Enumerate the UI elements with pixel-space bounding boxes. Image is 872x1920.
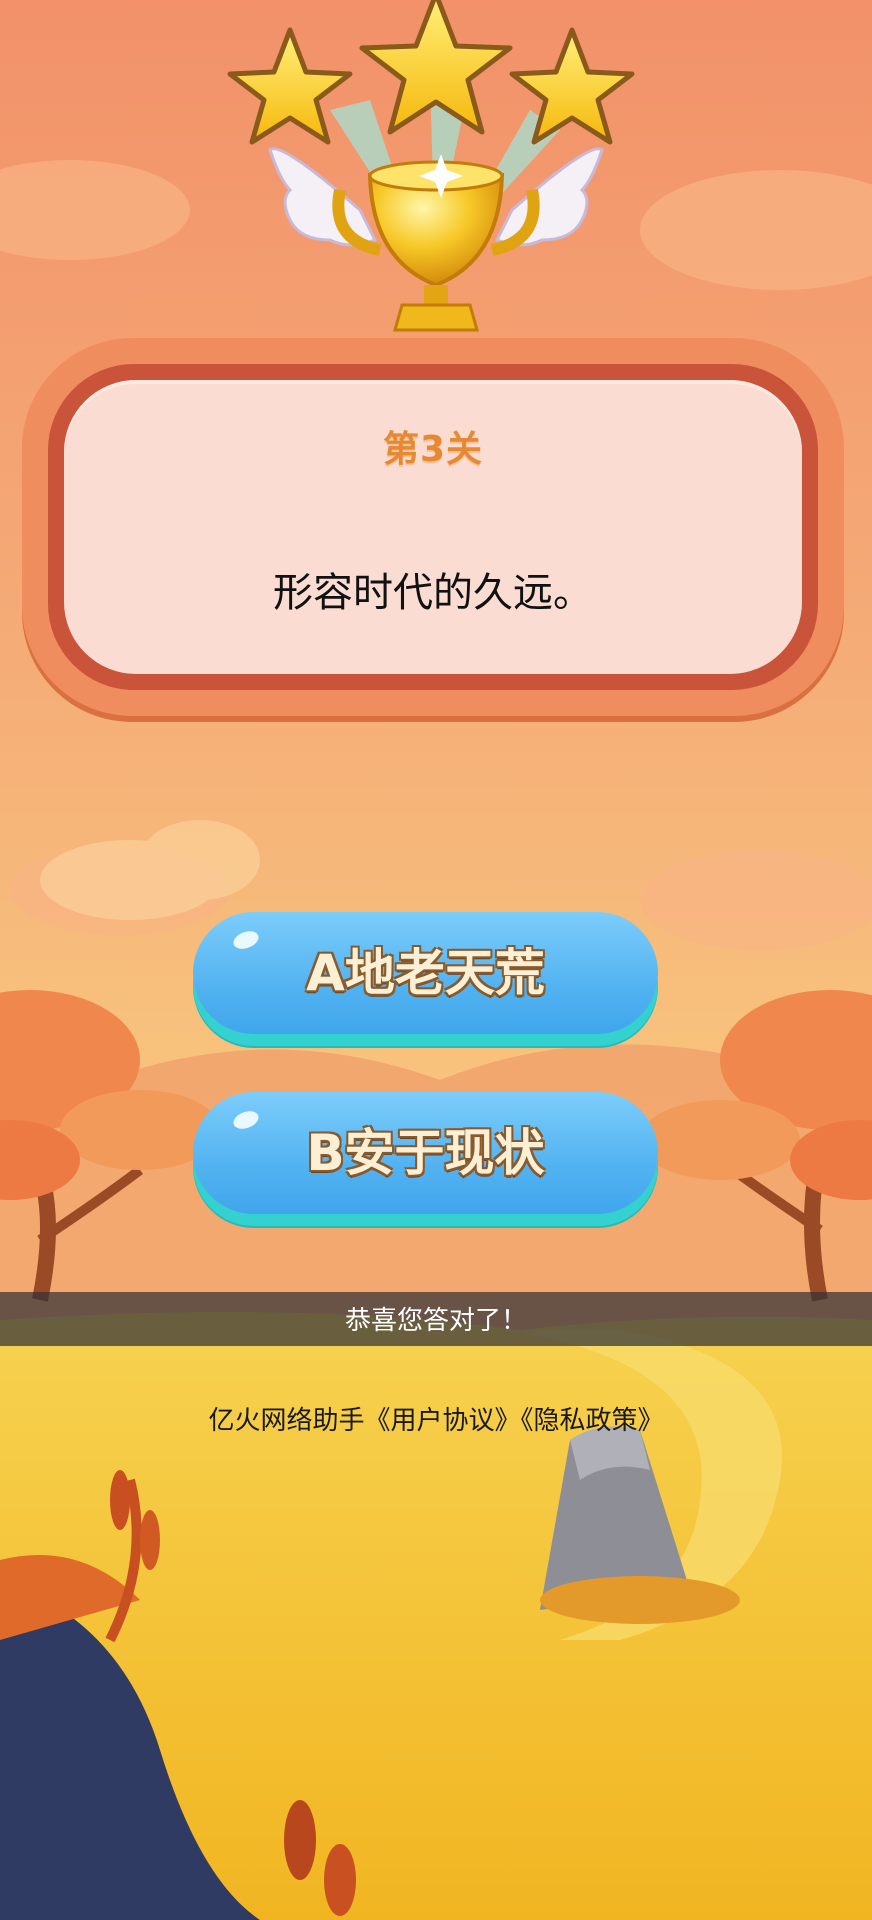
agreement-links[interactable]: 亿火网络助手《用户协议》《隐私政策》	[0, 1400, 872, 1437]
level-title: 第3关	[382, 429, 484, 470]
toast-message: 恭喜您答对了！	[344, 1306, 527, 1336]
question-text: 形容时代的久远。	[273, 570, 593, 616]
answer-button-a[interactable]: A地老天荒	[193, 912, 658, 1034]
answer-label: A地老天荒	[306, 944, 545, 1002]
answer-label: B安于现状	[306, 1124, 545, 1182]
answer-button-b[interactable]: B安于现状	[193, 1092, 658, 1214]
